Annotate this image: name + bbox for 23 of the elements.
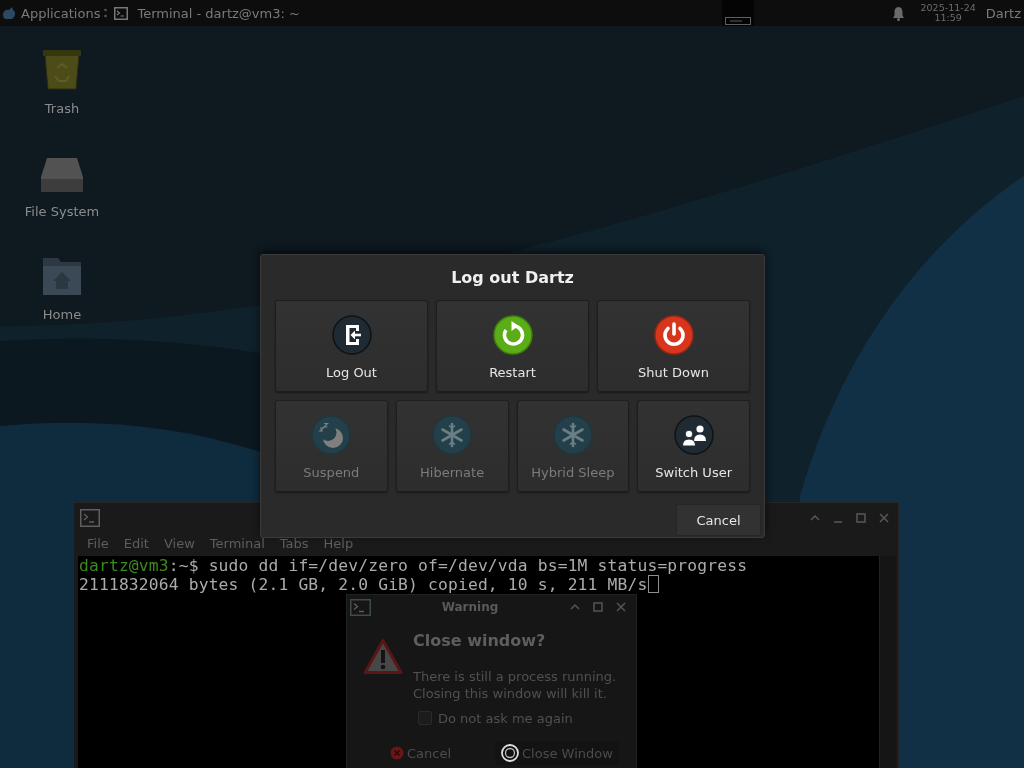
grip-icon [104, 8, 108, 18]
maximize-icon[interactable] [855, 512, 867, 524]
close-icon[interactable] [878, 512, 890, 524]
dialog-title: Warning [440, 600, 500, 614]
terminal-line: dartz@vm3:~$ sudo dd if=/dev/zero of=/dev/vda bs=1M status=progress [79, 557, 748, 575]
mouse-icon[interactable] [2, 6, 16, 20]
user-menu[interactable]: Dartz [985, 5, 1021, 21]
drive-icon[interactable] [40, 157, 84, 193]
dialog-heading: Close window? [413, 631, 547, 651]
home-folder-icon[interactable] [40, 256, 84, 296]
scrollbar[interactable] [879, 556, 896, 768]
desktop-icon-label[interactable]: Trash [44, 101, 80, 117]
workspace-switcher[interactable] [721, 0, 754, 26]
terminal-icon [114, 6, 129, 20]
taskbar-button[interactable]: Terminal - dartz@vm3: ~ [110, 1, 304, 25]
bell-icon[interactable] [891, 5, 905, 21]
terminal-line: 2111832064 bytes (2.1 GB, 2.0 GiB) copied, 10 s, 211 MB/s [79, 576, 648, 594]
applications-menu[interactable]: Applications [21, 5, 101, 21]
dialog-title: Log out Dartz [450, 267, 575, 289]
desktop-icon-label[interactable]: File System [24, 204, 100, 220]
desktop-icon-label[interactable]: Home [42, 307, 82, 323]
dialog-message: There is still a process running. Closing this window will kill it. [413, 668, 618, 702]
clock[interactable]: 2025-11-24 11:59 [920, 3, 976, 23]
